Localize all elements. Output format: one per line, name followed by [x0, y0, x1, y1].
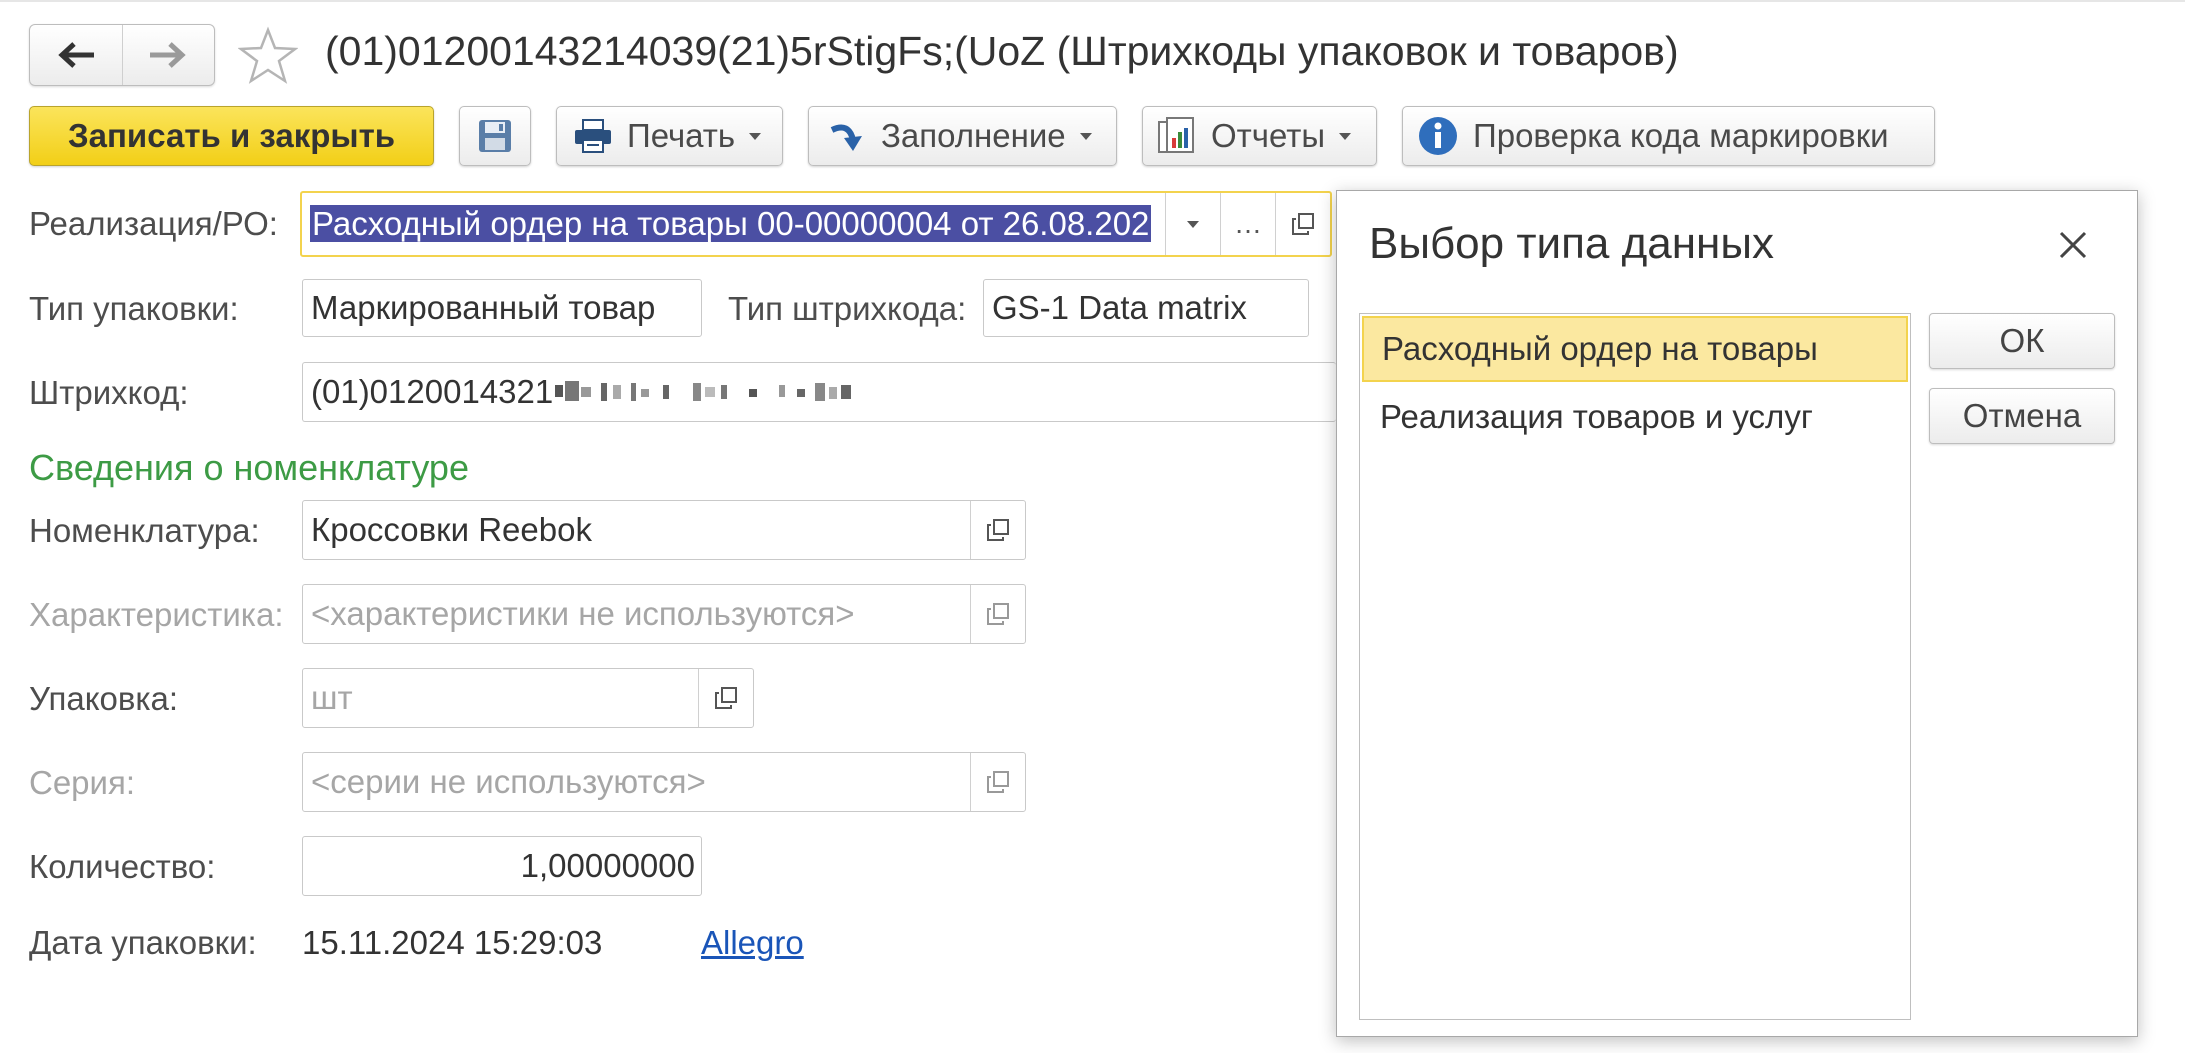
series-label: Серия:	[29, 764, 136, 801]
back-button[interactable]	[30, 25, 122, 85]
fill-label: Заполнение	[881, 117, 1066, 154]
ok-label: ОК	[1999, 322, 2045, 359]
realization-open-button[interactable]	[1275, 193, 1330, 255]
list-item-label: Расходный ордер на товары	[1382, 330, 1818, 367]
chevron-down-icon	[1339, 132, 1352, 140]
series-field[interactable]: <серии не используются>	[302, 752, 1026, 812]
check-marking-code-label: Проверка кода маркировки	[1473, 117, 1889, 154]
dialog-title: Выбор типа данных	[1369, 219, 1774, 268]
realization-field[interactable]: Расходный ордер на товары 00-00000004 от…	[300, 191, 1332, 257]
favorite-star-icon[interactable]	[238, 26, 298, 86]
ellipsis-icon: …	[1234, 208, 1262, 239]
reports-button[interactable]: Отчеты	[1142, 106, 1377, 166]
barcode-value: (01)0120014321	[311, 373, 554, 410]
characteristic-open-button[interactable]	[970, 585, 1025, 643]
pixelated-barcode-text	[555, 381, 852, 401]
data-type-dialog: Выбор типа данных Расходный ордер на тов…	[1336, 190, 2138, 1037]
window-title: (01)01200143214039(21)5rStigFs;(UoZ (Штр…	[325, 28, 1679, 74]
floppy-disk-icon	[479, 120, 511, 152]
pack-type-value: Маркированный товар	[311, 289, 656, 326]
allegro-link[interactable]: Allegro	[701, 924, 804, 962]
cancel-label: Отмена	[1962, 397, 2082, 434]
realization-label: Реализация/РО:	[29, 205, 278, 242]
cancel-button[interactable]: Отмена	[1929, 388, 2115, 444]
barcode-type-value: GS-1 Data matrix	[992, 289, 1247, 326]
open-window-icon	[987, 603, 1009, 625]
reports-icon	[1158, 117, 1194, 153]
nomenclature-field[interactable]: Кроссовки Reebok	[302, 500, 1026, 560]
reports-label: Отчеты	[1211, 117, 1326, 154]
fill-button[interactable]: Заполнение	[808, 106, 1117, 166]
data-type-list: Расходный ордер на товары Реализация тов…	[1359, 313, 1911, 1020]
package-value: шт	[311, 679, 353, 716]
quantity-field[interactable]: 1,00000000	[302, 836, 702, 896]
print-button[interactable]: Печать	[556, 106, 783, 166]
nomenclature-label: Номенклатура:	[29, 512, 260, 549]
series-value: <серии не используются>	[311, 763, 706, 800]
chevron-down-icon	[1187, 220, 1199, 228]
save-button[interactable]	[459, 106, 531, 166]
list-item[interactable]: Реализация товаров и услуг	[1362, 384, 1908, 450]
check-marking-code-button[interactable]: Проверка кода маркировки	[1402, 106, 1935, 166]
realization-dropdown-button[interactable]	[1165, 193, 1220, 255]
window-top-border	[0, 0, 2185, 2]
package-label: Упаковка:	[29, 680, 179, 717]
open-window-icon	[987, 771, 1009, 793]
pack-type-field[interactable]: Маркированный товар	[302, 279, 702, 337]
barcode-type-label: Тип штрихкода:	[728, 290, 967, 327]
save-and-close-button[interactable]: Записать и закрыть	[29, 106, 434, 166]
forward-button[interactable]	[121, 25, 215, 85]
open-window-icon	[715, 687, 737, 709]
realization-value: Расходный ордер на товары 00-00000004 от…	[310, 205, 1152, 242]
open-window-icon	[987, 519, 1009, 541]
realization-select-button[interactable]: …	[1220, 193, 1275, 255]
barcode-type-field[interactable]: GS-1 Data matrix	[983, 279, 1309, 337]
print-label: Печать	[627, 117, 736, 154]
save-and-close-label: Записать и закрыть	[67, 117, 396, 154]
barcode-field[interactable]: (01)0120014321	[302, 362, 1336, 422]
package-field[interactable]: шт	[302, 668, 754, 728]
characteristic-field[interactable]: <характеристики не используются>	[302, 584, 1026, 644]
list-item[interactable]: Расходный ордер на товары	[1362, 316, 1908, 382]
quantity-label: Количество:	[29, 848, 216, 885]
pack-date-label: Дата упаковки:	[29, 924, 257, 961]
quantity-value: 1,00000000	[520, 847, 695, 884]
pack-type-label: Тип упаковки:	[29, 290, 239, 327]
open-window-icon	[1292, 213, 1314, 235]
arrow-left-icon	[58, 42, 94, 68]
series-open-button[interactable]	[970, 753, 1025, 811]
chevron-down-icon	[1079, 132, 1092, 140]
barcode-label: Штрихкод:	[29, 374, 189, 411]
navigation-buttons	[29, 24, 215, 86]
nomenclature-section-title: Сведения о номенклатуре	[29, 447, 469, 488]
chevron-down-icon	[749, 132, 762, 140]
characteristic-value: <характеристики не используются>	[311, 595, 855, 632]
nomenclature-open-button[interactable]	[970, 501, 1025, 559]
list-item-label: Реализация товаров и услуг	[1380, 398, 1813, 435]
characteristic-label: Характеристика:	[29, 596, 284, 633]
arrow-right-icon	[150, 42, 186, 68]
close-icon[interactable]	[2053, 225, 2093, 265]
package-open-button[interactable]	[698, 669, 753, 727]
nomenclature-value: Кроссовки Reebok	[311, 511, 592, 548]
info-icon	[1419, 117, 1457, 155]
ok-button[interactable]: ОК	[1929, 313, 2115, 369]
fill-arrow-icon	[830, 124, 862, 151]
printer-icon	[575, 119, 611, 153]
pack-date-value: 15.11.2024 15:29:03	[302, 924, 603, 961]
